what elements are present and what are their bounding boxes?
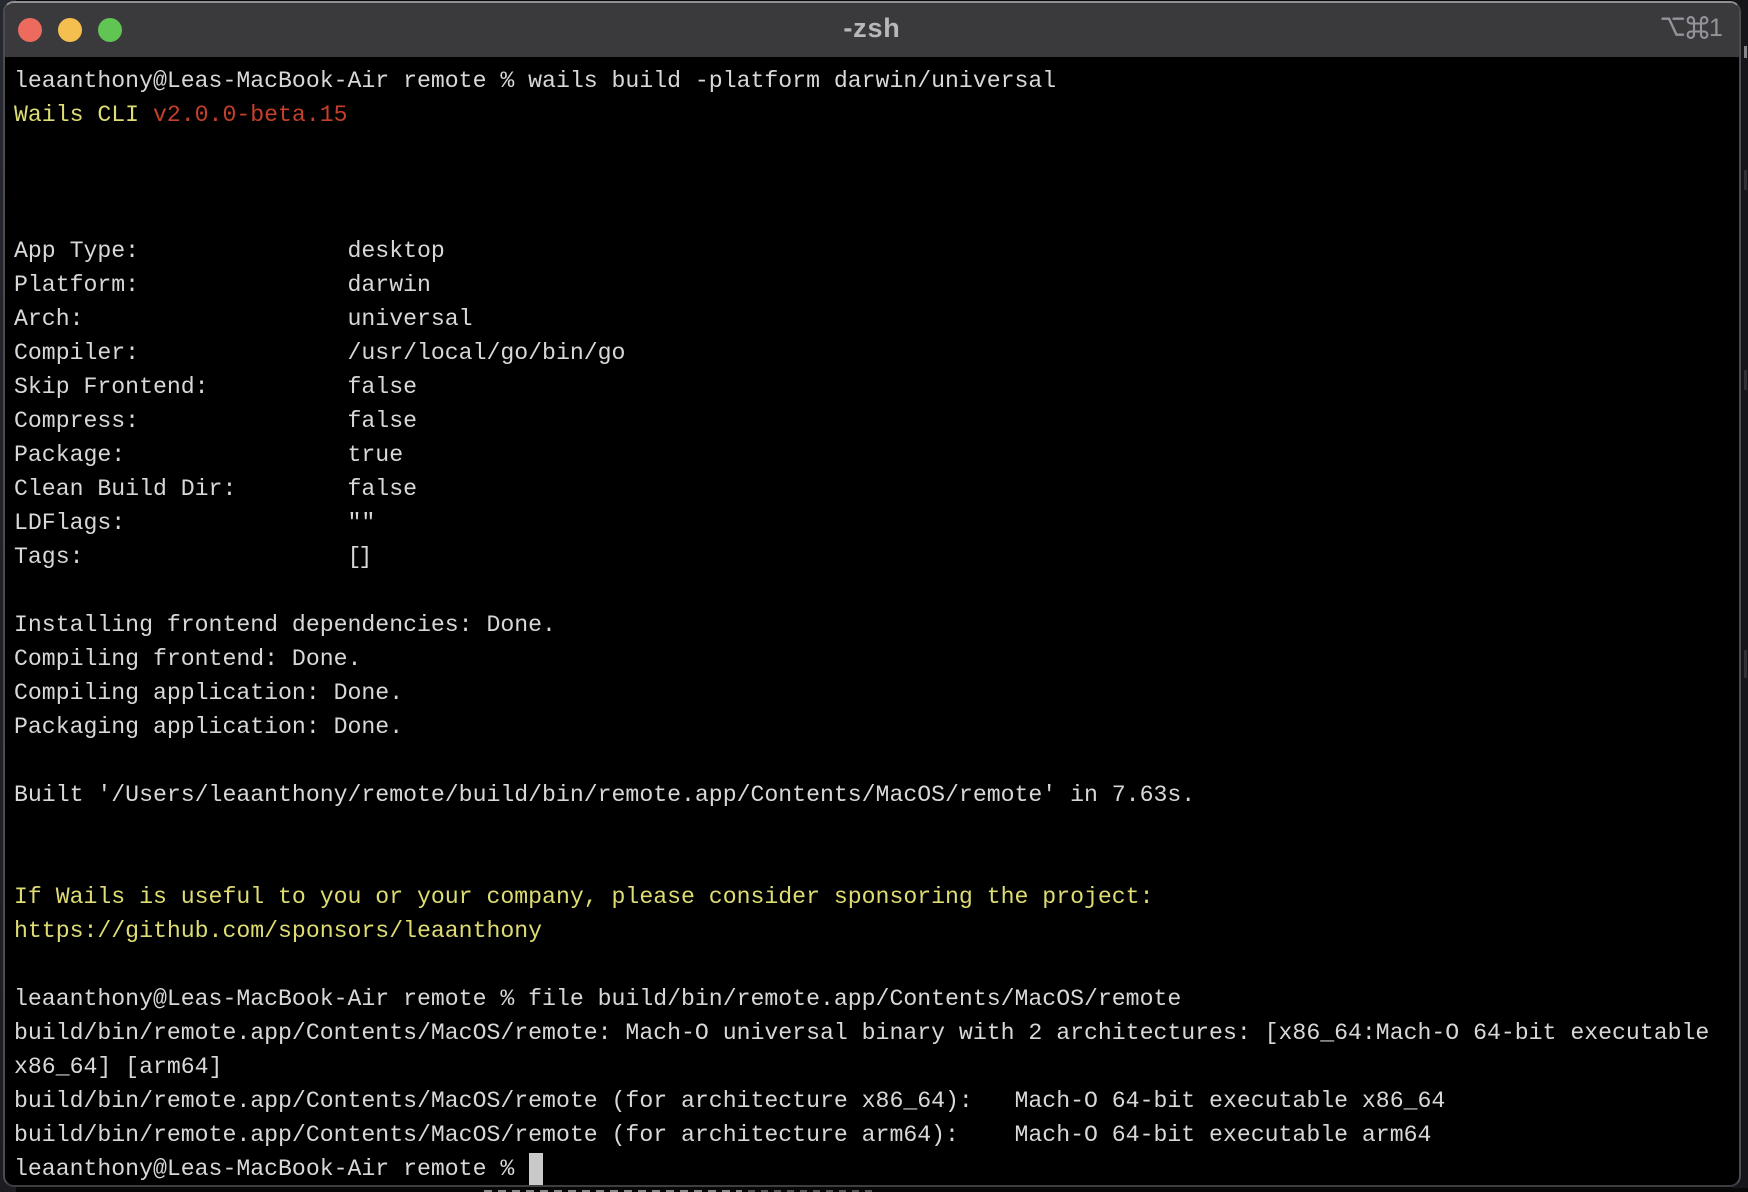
svg-text:1: 1 <box>1709 14 1723 41</box>
